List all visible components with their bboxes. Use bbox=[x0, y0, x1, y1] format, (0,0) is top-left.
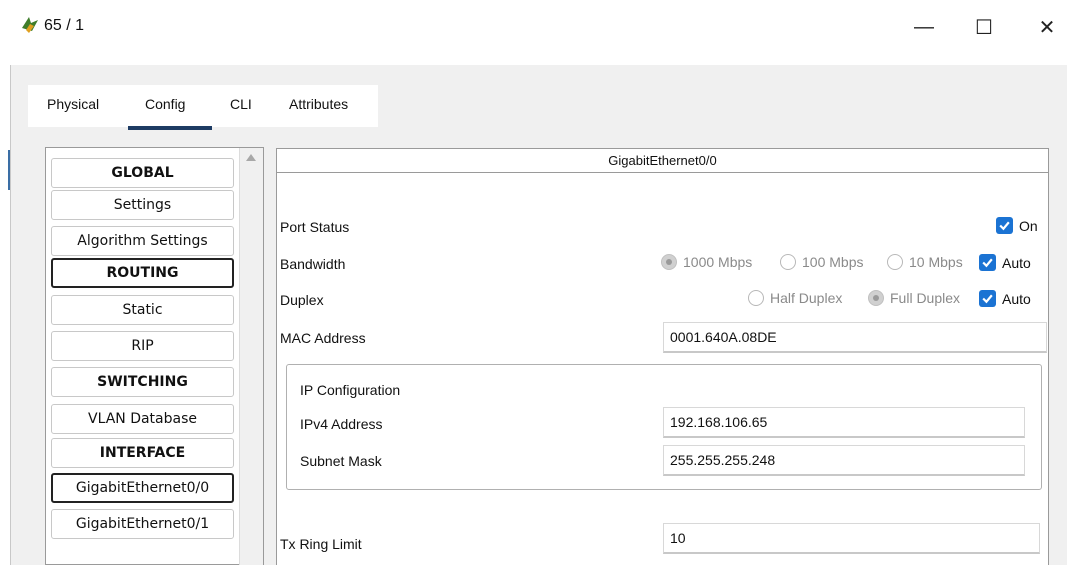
bandwidth-100-radio[interactable]: 100 Mbps bbox=[780, 254, 863, 270]
duplex-auto-checkbox[interactable]: Auto bbox=[979, 290, 1031, 307]
maximize-button[interactable]: ☐ bbox=[964, 12, 1004, 42]
checkbox-checked-icon bbox=[979, 290, 996, 307]
tx-ring-limit-field[interactable]: 10 bbox=[663, 523, 1040, 554]
title-bar: 65 / 1 — ☐ ✕ bbox=[0, 0, 1067, 58]
radio-icon bbox=[748, 290, 764, 306]
sidebar-header-switching: SWITCHING bbox=[51, 367, 234, 397]
minimize-icon: — bbox=[914, 15, 934, 38]
window-title: 65 / 1 bbox=[44, 17, 85, 34]
bandwidth-label: Bandwidth bbox=[280, 256, 346, 272]
mac-address-label: MAC Address bbox=[280, 330, 366, 346]
close-button[interactable]: ✕ bbox=[1027, 12, 1067, 42]
bandwidth-1000-radio[interactable]: 1000 Mbps bbox=[661, 254, 752, 270]
duplex-label: Duplex bbox=[280, 292, 324, 308]
sidebar-item-gigabitethernet0-0[interactable]: GigabitEthernet0/0 bbox=[51, 473, 234, 503]
ipv4-address-label: IPv4 Address bbox=[300, 416, 383, 432]
bandwidth-10-radio[interactable]: 10 Mbps bbox=[887, 254, 963, 270]
duplex-full-radio[interactable]: Full Duplex bbox=[868, 290, 960, 306]
subnet-mask-field[interactable]: 255.255.255.248 bbox=[663, 445, 1025, 476]
sidebar-item-vlan-database[interactable]: VLAN Database bbox=[51, 404, 234, 434]
minimize-button[interactable]: — bbox=[904, 12, 944, 42]
sidebar-item-algorithm-settings[interactable]: Algorithm Settings bbox=[51, 226, 234, 256]
sidebar-item-rip[interactable]: RIP bbox=[51, 331, 234, 361]
ipv4-address-field[interactable]: 192.168.106.65 bbox=[663, 407, 1025, 438]
sidebar-header-interface: INTERFACE bbox=[51, 438, 234, 468]
scroll-up-arrow-icon[interactable] bbox=[246, 154, 256, 161]
mac-address-field[interactable]: 0001.640A.08DE bbox=[663, 322, 1047, 353]
ip-configuration-title: IP Configuration bbox=[300, 382, 401, 398]
radio-selected-icon bbox=[868, 290, 884, 306]
sidebar-item-static[interactable]: Static bbox=[51, 295, 234, 325]
active-tab-indicator bbox=[128, 126, 212, 130]
config-sidebar: GLOBAL Settings Algorithm Settings ROUTI… bbox=[45, 147, 264, 565]
checkbox-checked-icon bbox=[996, 217, 1013, 234]
radio-icon bbox=[887, 254, 903, 270]
tx-ring-limit-label: Tx Ring Limit bbox=[280, 536, 362, 552]
tab-config[interactable]: Config bbox=[145, 96, 185, 112]
sidebar-header-routing: ROUTING bbox=[51, 258, 234, 288]
sidebar-header-global: GLOBAL bbox=[51, 158, 234, 188]
window-edge-accent bbox=[8, 150, 10, 190]
bandwidth-auto-checkbox[interactable]: Auto bbox=[979, 254, 1031, 271]
maximize-icon: ☐ bbox=[975, 16, 993, 39]
interface-panel: GigabitEthernet0/0 bbox=[276, 148, 1049, 565]
checkbox-checked-icon bbox=[979, 254, 996, 271]
sidebar-scrollbar[interactable] bbox=[239, 148, 263, 565]
port-status-label: Port Status bbox=[280, 219, 350, 235]
tab-cli[interactable]: CLI bbox=[230, 96, 252, 112]
tab-attributes[interactable]: Attributes bbox=[289, 96, 348, 112]
tab-bar: Physical Config CLI Attributes bbox=[28, 85, 378, 127]
radio-icon bbox=[780, 254, 796, 270]
packet-tracer-router-icon bbox=[22, 17, 38, 33]
radio-selected-icon bbox=[661, 254, 677, 270]
interface-title: GigabitEthernet0/0 bbox=[277, 149, 1048, 173]
sidebar-item-gigabitethernet0-1[interactable]: GigabitEthernet0/1 bbox=[51, 509, 234, 539]
port-status-on-checkbox[interactable]: On bbox=[996, 217, 1038, 234]
duplex-half-radio[interactable]: Half Duplex bbox=[748, 290, 842, 306]
close-icon: ✕ bbox=[1038, 16, 1056, 39]
tab-physical[interactable]: Physical bbox=[47, 96, 99, 112]
subnet-mask-label: Subnet Mask bbox=[300, 453, 382, 469]
sidebar-item-settings[interactable]: Settings bbox=[51, 190, 234, 220]
